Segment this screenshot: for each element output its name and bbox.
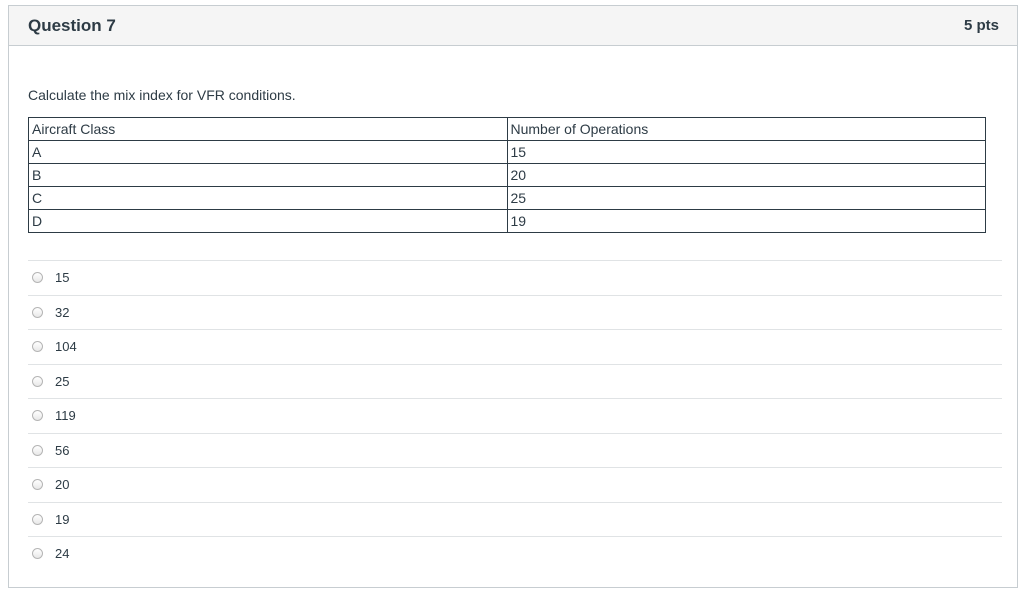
table-cell: 19	[506, 209, 986, 233]
answer-label[interactable]: 25	[55, 374, 69, 389]
table-row: C 25	[28, 186, 986, 210]
answer-option[interactable]: 20	[28, 467, 1002, 502]
answer-label[interactable]: 24	[55, 546, 69, 561]
operations-table: Aircraft Class Number of Operations A 15…	[28, 117, 986, 233]
radio-button[interactable]	[32, 444, 43, 456]
answer-list: 15 32 104 25 119 56 20 19 24	[28, 260, 1002, 571]
answer-label[interactable]: 32	[55, 305, 69, 320]
table-cell: A	[28, 140, 508, 164]
answer-option[interactable]: 15	[28, 260, 1002, 295]
answer-option[interactable]: 56	[28, 432, 1002, 468]
radio-button[interactable]	[32, 375, 43, 387]
answer-label[interactable]: 20	[55, 477, 69, 492]
table-cell: 20	[506, 163, 986, 187]
table-cell: D	[28, 209, 508, 233]
answer-option[interactable]: 19	[28, 501, 1002, 537]
radio-button[interactable]	[32, 306, 43, 318]
table-row: B 20	[28, 163, 986, 187]
table-header-cell: Number of Operations	[506, 117, 986, 141]
table-cell: B	[28, 163, 508, 187]
question-card: Question 7 5 pts Calculate the mix index…	[8, 5, 1018, 588]
table-header-row: Aircraft Class Number of Operations	[28, 117, 986, 141]
answer-option[interactable]: 25	[28, 363, 1002, 399]
table-cell: 25	[506, 186, 986, 210]
radio-button[interactable]	[32, 513, 43, 525]
table-cell: 15	[506, 140, 986, 164]
answer-option[interactable]: 24	[28, 536, 1002, 571]
answer-label[interactable]: 19	[55, 512, 69, 527]
radio-button[interactable]	[32, 479, 43, 491]
answer-label[interactable]: 119	[55, 408, 76, 423]
question-header: Question 7 5 pts	[9, 6, 1017, 46]
answer-label[interactable]: 15	[55, 270, 69, 285]
table-row: A 15	[28, 140, 986, 164]
radio-button[interactable]	[32, 548, 43, 560]
radio-button[interactable]	[32, 410, 43, 422]
question-points: 5 pts	[963, 17, 999, 34]
question-text: Calculate the mix index for VFR conditio…	[28, 87, 296, 103]
answer-label[interactable]: 104	[55, 339, 77, 354]
table-row: D 19	[28, 209, 986, 233]
answer-label[interactable]: 56	[55, 443, 69, 458]
question-title: Question 7	[28, 15, 116, 35]
table-cell: C	[28, 186, 508, 210]
radio-button[interactable]	[32, 272, 43, 284]
answer-option[interactable]: 119	[28, 398, 1002, 433]
answer-option[interactable]: 32	[28, 294, 1002, 330]
answer-option[interactable]: 104	[28, 329, 1002, 364]
table-header-cell: Aircraft Class	[28, 117, 508, 141]
radio-button[interactable]	[32, 341, 43, 353]
